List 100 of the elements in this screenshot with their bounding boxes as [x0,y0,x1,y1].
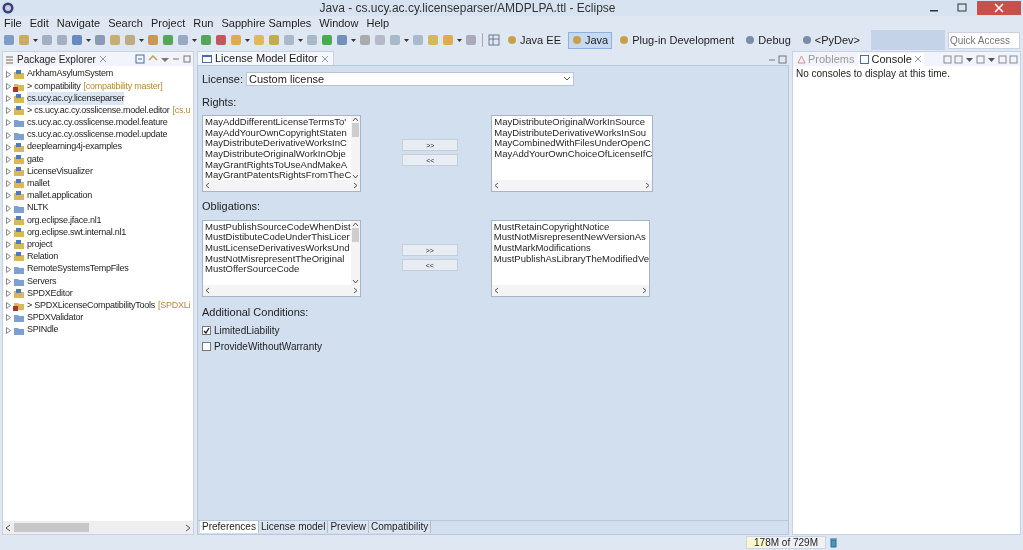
scroll-up-icon[interactable] [352,116,360,122]
list-item[interactable]: MayAddDifferentLicenseTermsTo' [205,117,352,128]
close-icon[interactable] [320,54,329,63]
license-dropdown[interactable]: Custom license [246,72,574,87]
heap-status[interactable]: 178M of 729M [746,536,826,549]
tree-item[interactable]: gate [27,152,44,167]
perspective-button[interactable]: Plug-in Development [615,31,739,49]
list-item[interactable]: MustDistibuteCodeUnderThisLicer [205,232,351,243]
vertical-scrollbar[interactable] [351,116,361,180]
tree-item[interactable]: Relation [27,250,59,264]
view-tab[interactable]: Console [858,52,924,66]
scroll-left-icon[interactable] [205,286,210,294]
list-item[interactable]: MustPublishSourceCodeWhenDist [205,221,351,233]
list-item[interactable]: MayAddYourOwnChoiceOfLicenseIfC [494,149,653,160]
editor-tab[interactable]: License Model Editor [197,51,334,65]
tree-item[interactable]: RemoteSystemsTempFiles [27,262,129,276]
horizontal-scrollbar[interactable] [203,180,361,191]
list-item[interactable]: MayGrantRightsToUseAndMakeA [205,159,352,171]
list-item[interactable]: MustMarkModifications [493,242,649,254]
maximize-icon[interactable] [777,55,789,65]
list-item[interactable]: MayGrantPatentsRightsFromTheC [205,170,352,180]
tree-item[interactable]: Servers [27,274,57,289]
vertical-scrollbar[interactable] [350,220,360,285]
list-item[interactable]: MustPublishAsLibraryTheModifiedVe [493,253,649,265]
menu-item[interactable]: Navigate [56,17,101,30]
scroll-left-icon[interactable] [493,286,499,294]
tree-item[interactable]: mallet [27,177,50,191]
menu-item[interactable]: Run [193,17,214,30]
checkbox[interactable] [202,341,211,351]
maximize-icon[interactable] [183,55,191,63]
scroll-down-icon[interactable] [351,278,359,285]
scroll-left-icon[interactable] [494,182,500,189]
trash-icon[interactable] [829,537,838,548]
menu-item[interactable]: Edit [29,17,49,30]
checkbox[interactable] [202,325,211,335]
menu-item[interactable]: Help [366,17,390,30]
scroll-right-icon[interactable] [352,286,358,294]
menu-item[interactable]: Sapphire Samples [221,17,312,30]
close-icon[interactable] [913,55,922,63]
list-item[interactable]: MayAddYourOwnCopyrightStaten [205,127,352,139]
list-item[interactable]: MustOfferSourceCode [205,264,351,275]
scroll-right-icon[interactable] [645,182,651,189]
tree-item[interactable]: mallet.application [27,189,93,203]
scroll-up-icon[interactable] [351,220,359,227]
tree-item[interactable]: cs.ucy.ac.cy.osslicense.model.update [27,128,168,142]
page-tab[interactable]: Preferences [200,521,259,533]
page-tab[interactable]: Compatibility [369,521,432,533]
tree-item[interactable]: LicenseVisualizer [27,164,93,179]
tree-item[interactable]: SPDXValidator [27,311,84,325]
maximize-icon[interactable] [1009,54,1018,64]
list-item[interactable]: MustRetainCopyrightNotice [493,221,649,233]
perspective-button[interactable]: Java [567,31,613,49]
horizontal-scrollbar[interactable] [3,521,193,534]
scrollbar-thumb[interactable] [351,227,359,242]
list-item[interactable]: MustNotMisrepresentNewVersionAs [493,232,649,243]
menu-item[interactable]: Window [319,17,359,30]
list-item[interactable]: MayCombinedWithFilesUnderOpenC [494,138,653,150]
tree-item[interactable]: > compatibility [27,79,81,94]
tree-item[interactable]: > SPDXLicenseCompatibilityTools [27,298,156,313]
page-tab[interactable]: License model [258,521,329,533]
tree-item[interactable]: project [27,237,53,252]
tree-item[interactable]: deeplearning4j-examples [27,140,122,154]
open-perspective-icon[interactable] [488,34,500,46]
close-icon[interactable] [98,55,107,63]
collapse-all-icon[interactable] [135,54,145,64]
menu-item[interactable]: Search [108,17,143,30]
scroll-right-icon[interactable] [353,182,359,189]
horizontal-scrollbar[interactable] [203,284,360,296]
perspective-button[interactable]: Debug [741,31,795,49]
list-item[interactable]: MustNotMisrepresentTheOriginal [205,253,351,265]
list-item[interactable]: MayDistributeDerivativeWorksInC [205,138,352,150]
scroll-left-icon[interactable] [5,523,11,532]
tree-item[interactable]: SPDXEditor [27,286,73,301]
tree-item[interactable]: cs.ucy.ac.cy.licenseparser [27,91,125,106]
scroll-right-icon[interactable] [185,523,191,532]
quick-access-field[interactable]: Quick Access [948,31,1020,49]
close-icon[interactable] [977,1,1021,15]
perspective-button[interactable]: Java EE [503,31,565,49]
list-item[interactable]: MustLicenseDerivativesWorksUnd [205,242,351,254]
tree-item[interactable]: ArkhamAsylumSystem [27,67,114,81]
view-menu-icon[interactable] [161,55,169,63]
tree-item[interactable]: org.eclipse.swt.internal.nl1 [27,225,127,240]
list-item[interactable]: MayDistributeOriginalWorkInObje [205,149,352,160]
scroll-right-icon[interactable] [642,286,647,294]
list-item[interactable]: MayDistributeDerivativeWorksInSou [494,127,653,139]
list-item[interactable]: MayDistributeOriginalWorkInSource [494,117,653,128]
menu-item[interactable]: Project [151,17,186,30]
tree-item[interactable]: > cs.ucy.ac.cy.osslicense.model.editor [27,103,170,118]
perspective-button[interactable]: <PyDev> [797,31,864,49]
menu-item[interactable]: File [4,17,22,30]
horizontal-scrollbar[interactable] [491,284,649,296]
tree-item[interactable]: cs.ucy.ac.cy.osslicense.model.feature [27,116,168,130]
tree-item[interactable]: org.eclipse.jface.nl1 [27,213,102,228]
horizontal-scrollbar[interactable] [492,180,653,191]
scrollbar-thumb[interactable] [352,123,360,137]
scroll-left-icon[interactable] [205,182,210,189]
tree-item[interactable]: NLTK [27,201,49,215]
page-tab[interactable]: Preview [328,521,369,533]
scroll-down-icon[interactable] [352,174,360,180]
tree-item[interactable]: SPINdle [27,323,59,337]
